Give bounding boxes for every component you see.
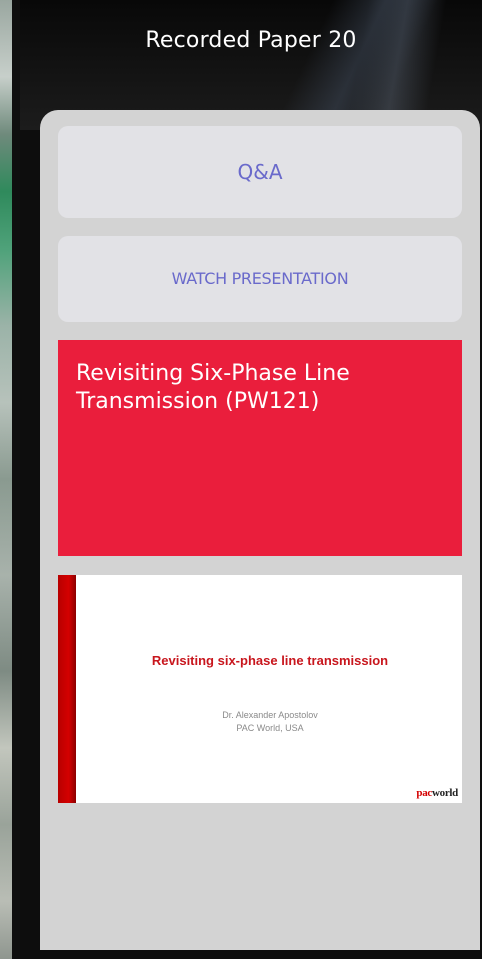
content-panel: Q&A WATCH PRESENTATION Revisiting Six-Ph… xyxy=(40,110,480,950)
logo-world-text: world xyxy=(431,787,458,799)
slide-accent-bar xyxy=(58,575,76,803)
paper-title-card: Revisiting Six-Phase Line Transmission (… xyxy=(58,340,462,556)
background-photo-strip xyxy=(0,0,20,959)
screen: Recorded Paper 20 Q&A WATCH PRESENTATION… xyxy=(0,0,482,959)
paper-title: Revisiting Six-Phase Line Transmission (… xyxy=(76,361,350,414)
slide-title: Revisiting six-phase line transmission xyxy=(151,653,389,668)
pacworld-logo: pacworld xyxy=(416,787,458,799)
slide-author: Dr. Alexander Apostolov xyxy=(222,710,318,720)
logo-pac-text: pac xyxy=(416,787,432,799)
qa-button[interactable]: Q&A xyxy=(58,126,462,218)
app-container: Recorded Paper 20 Q&A WATCH PRESENTATION… xyxy=(20,0,482,959)
watch-presentation-button[interactable]: WATCH PRESENTATION xyxy=(58,236,462,322)
slide-author-block: Dr. Alexander Apostolov PAC World, USA xyxy=(78,709,462,735)
page-title: Recorded Paper 20 xyxy=(145,28,357,53)
slide-organization: PAC World, USA xyxy=(236,723,304,733)
presentation-thumbnail[interactable]: Revisiting six-phase line transmission D… xyxy=(58,575,462,803)
